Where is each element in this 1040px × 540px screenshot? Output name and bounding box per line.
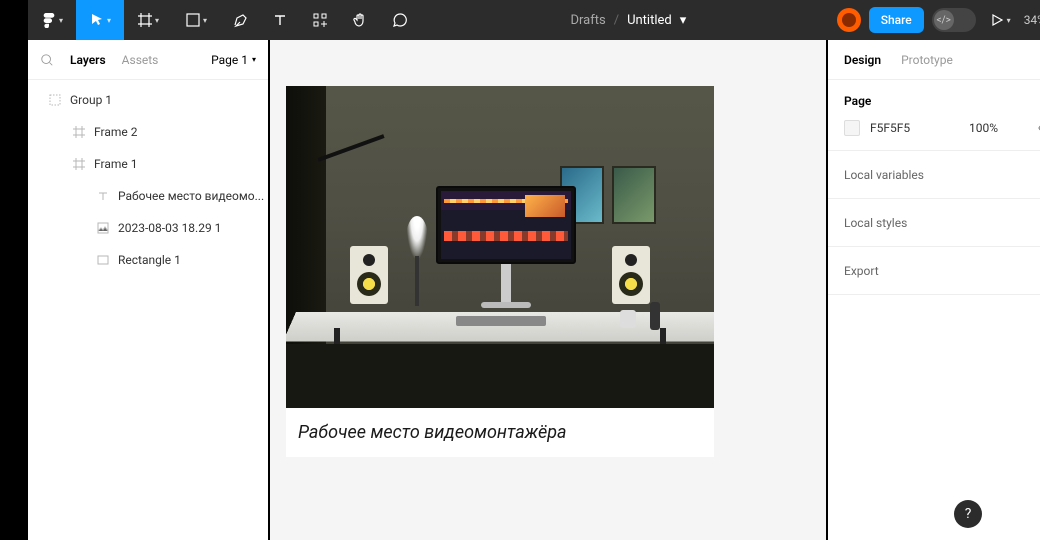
- right-panel: Design Prototype Page F5F5F5 100% Local …: [828, 40, 1040, 540]
- pen-tool-button[interactable]: [220, 0, 260, 40]
- caption-text: Рабочее место видеомонтажёра: [286, 408, 714, 457]
- right-panel-header: Design Prototype: [828, 40, 1040, 80]
- opacity-value: 100%: [969, 121, 998, 135]
- document-title[interactable]: Drafts / Untitled ▾: [420, 13, 837, 28]
- left-panel-header: Layers Assets Page 1 ▾: [28, 40, 268, 80]
- layer-label: Frame 2: [94, 125, 137, 139]
- text-icon: [96, 189, 110, 203]
- share-button[interactable]: Share: [869, 7, 924, 33]
- zoom-value: 34%: [1024, 13, 1040, 27]
- text-icon: [272, 12, 288, 28]
- folder-name: Drafts: [570, 13, 605, 28]
- chevron-down-icon: ▾: [1007, 16, 1011, 25]
- play-icon: [989, 12, 1005, 28]
- chevron-down-icon: ▾: [107, 16, 111, 25]
- layer-row-text[interactable]: Рабочее место видеомо...: [28, 180, 268, 212]
- layer-row-frame[interactable]: Frame 2: [28, 116, 268, 148]
- frame-icon: [72, 125, 86, 139]
- layer-label: Frame 1: [94, 157, 137, 171]
- body: Layers Assets Page 1 ▾ Group 1 Frame 2: [28, 40, 1040, 540]
- avatar-icon: [842, 13, 856, 27]
- main-menu-button[interactable]: ▾: [28, 0, 76, 40]
- left-panel: Layers Assets Page 1 ▾ Group 1 Frame 2: [28, 40, 268, 540]
- search-icon[interactable]: [40, 53, 54, 67]
- local-variables-section[interactable]: Local variables: [828, 151, 1040, 199]
- image-icon: [96, 221, 110, 235]
- frame-on-canvas[interactable]: Рабочее место видеомонтажёра: [286, 86, 714, 457]
- help-button[interactable]: ?: [954, 500, 982, 528]
- dev-mode-toggle[interactable]: </>: [932, 8, 976, 32]
- tab-assets[interactable]: Assets: [122, 53, 159, 67]
- local-styles-section[interactable]: Local styles +: [828, 199, 1040, 247]
- page-background-row[interactable]: F5F5F5 100%: [844, 120, 1040, 136]
- chevron-down-icon: ▾: [59, 16, 63, 25]
- layer-row-image[interactable]: 2023-08-03 18.29 1: [28, 212, 268, 244]
- toolbar: ▾ ▾ ▾ ▾ Drafts /: [28, 0, 1040, 40]
- placed-image: [286, 86, 714, 408]
- present-button[interactable]: ▾: [984, 0, 1016, 40]
- layer-row-group[interactable]: Group 1: [28, 84, 268, 116]
- layer-label: Рабочее место видеомо...: [118, 189, 264, 203]
- text-tool-button[interactable]: [260, 0, 300, 40]
- frame-tool-button[interactable]: ▾: [124, 0, 172, 40]
- pen-icon: [232, 12, 248, 28]
- tab-design[interactable]: Design: [844, 53, 881, 67]
- comment-tool-button[interactable]: [380, 0, 420, 40]
- section-label: Export: [844, 264, 879, 278]
- toolbar-right: Share </> ▾ 34% ▾: [837, 0, 1040, 40]
- layer-label: Group 1: [70, 93, 112, 107]
- layer-row-frame[interactable]: Frame 1: [28, 148, 268, 180]
- move-tool-button[interactable]: ▾: [76, 0, 124, 40]
- hand-tool-button[interactable]: [340, 0, 380, 40]
- zoom-control[interactable]: 34% ▾: [1024, 13, 1040, 27]
- resources-icon: [312, 12, 328, 28]
- color-swatch[interactable]: [844, 120, 860, 136]
- canvas[interactable]: Рабочее место видеомонтажёра: [268, 40, 828, 540]
- figma-logo-icon: [41, 12, 57, 28]
- tab-layers[interactable]: Layers: [70, 53, 106, 67]
- frame-icon: [72, 157, 86, 171]
- page-selector[interactable]: Page 1 ▾: [211, 53, 256, 67]
- shape-tool-button[interactable]: ▾: [172, 0, 220, 40]
- section-label: Local styles: [844, 216, 907, 230]
- section-label: Local variables: [844, 168, 924, 182]
- chevron-down-icon: ▾: [155, 16, 159, 25]
- separator: /: [614, 13, 619, 28]
- rectangle-icon: [185, 12, 201, 28]
- group-icon: [48, 93, 62, 107]
- chevron-down-icon: ▾: [203, 16, 207, 25]
- layer-label: 2023-08-03 18.29 1: [118, 221, 221, 235]
- tab-prototype[interactable]: Prototype: [901, 53, 953, 67]
- user-avatar[interactable]: [837, 8, 861, 32]
- figma-app: ▾ ▾ ▾ ▾ Drafts /: [28, 0, 1040, 540]
- comment-icon: [392, 12, 408, 28]
- export-section[interactable]: Export +: [828, 247, 1040, 295]
- rectangle-icon: [96, 253, 110, 267]
- page-section: Page F5F5F5 100%: [828, 80, 1040, 151]
- cursor-icon: [89, 12, 105, 28]
- hand-icon: [352, 12, 368, 28]
- chevron-down-icon: ▾: [252, 55, 256, 64]
- resources-button[interactable]: [300, 0, 340, 40]
- chevron-down-icon: ▾: [680, 13, 687, 28]
- color-hex: F5F5F5: [870, 121, 910, 135]
- file-name: Untitled: [627, 13, 672, 28]
- page-selector-label: Page 1: [211, 53, 248, 67]
- code-icon: </>: [934, 10, 954, 30]
- frame-icon: [137, 12, 153, 28]
- layer-label: Rectangle 1: [118, 253, 181, 267]
- layer-row-rectangle[interactable]: Rectangle 1: [28, 244, 268, 276]
- page-section-title: Page: [844, 94, 1040, 108]
- layer-tree: Group 1 Frame 2 Frame 1 Рабочее место ви…: [28, 80, 268, 540]
